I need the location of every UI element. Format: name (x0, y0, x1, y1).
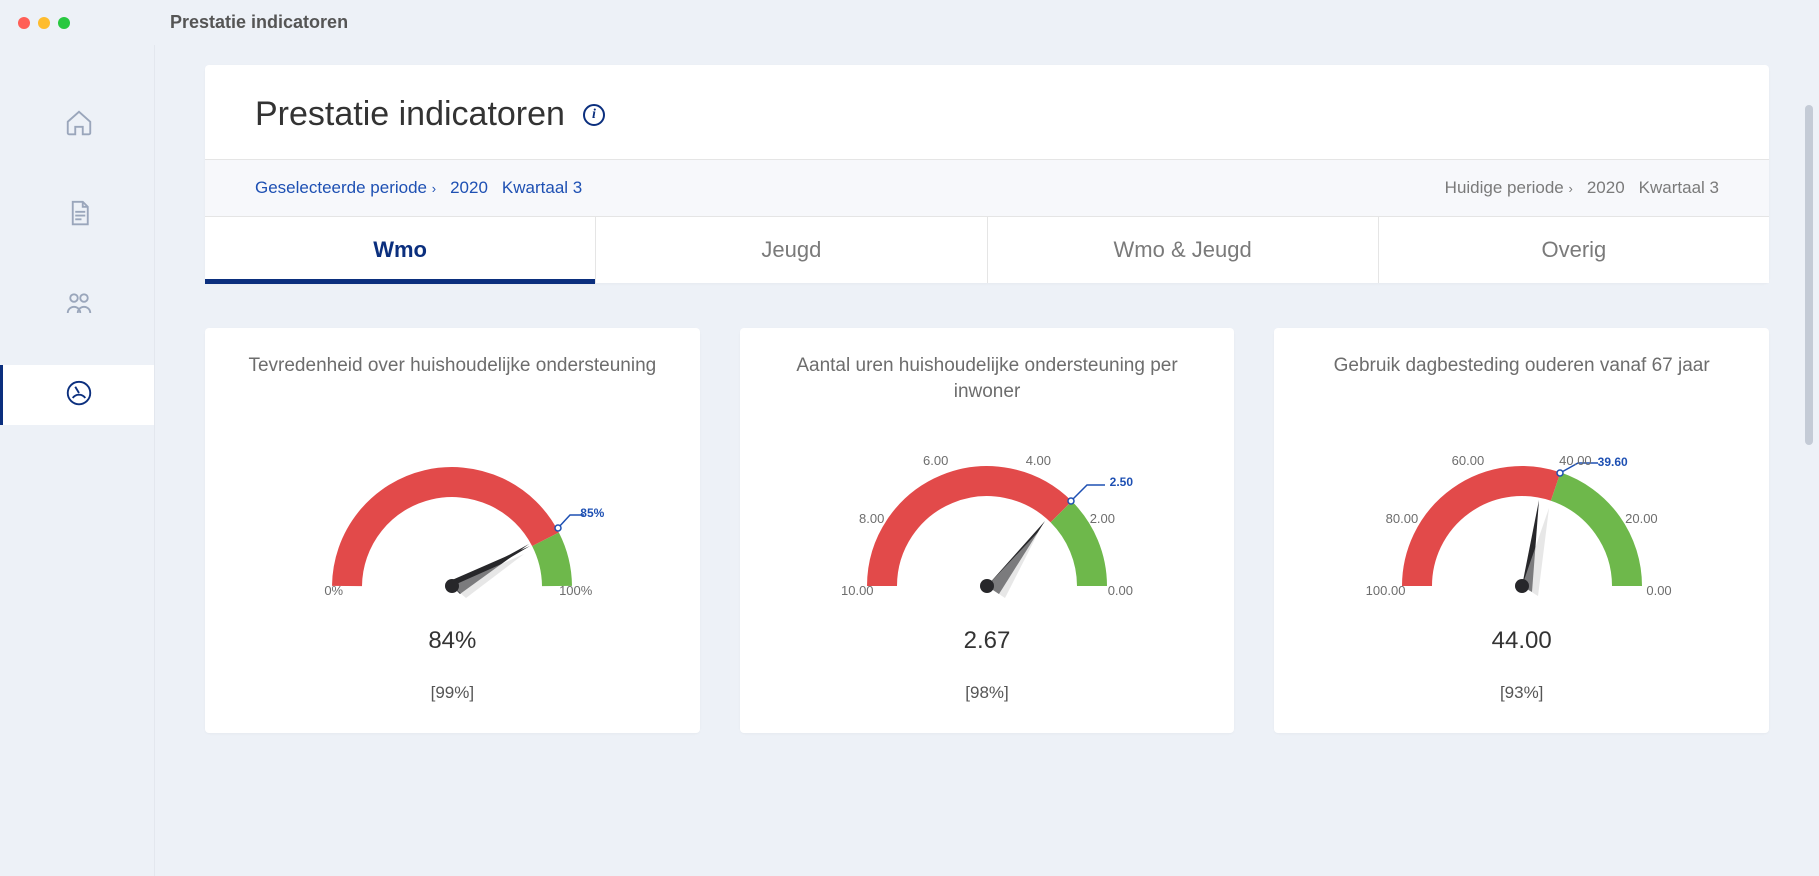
current-period-quarter: Kwartaal 3 (1639, 178, 1719, 198)
gauge-threshold-label: 39.60 (1598, 455, 1628, 469)
gauge-value: 2.67 (964, 627, 1011, 655)
window-titlebar: Prestatie indicatoren (0, 0, 1819, 45)
window-close-button[interactable] (18, 17, 30, 29)
header-card: Prestatie indicatoren i Geselecteerde pe… (205, 65, 1769, 283)
current-period-label-text: Huidige periode (1445, 178, 1564, 197)
tab-jeugd[interactable]: Jeugd (596, 217, 987, 283)
gauge-tick: 0.00 (1646, 583, 1671, 598)
tab-wmo[interactable]: Wmo (205, 217, 596, 283)
period-filter-row: Geselecteerde periode › 2020 Kwartaal 3 … (205, 159, 1769, 217)
gauge-threshold-label: 2.50 (1110, 475, 1133, 489)
window-controls (18, 17, 70, 29)
vertical-scrollbar[interactable] (1805, 105, 1813, 445)
gauge-tick: 80.00 (1386, 511, 1419, 526)
current-period: Huidige periode › 2020 Kwartaal 3 (987, 178, 1719, 198)
tab-label: Wmo (373, 237, 427, 262)
selected-period-quarter[interactable]: Kwartaal 3 (502, 178, 582, 198)
gauge-tick: 100.00 (1366, 583, 1406, 598)
gauge-chart: 100.00 80.00 60.00 40.00 20.00 0.00 39.6… (1372, 431, 1672, 621)
gauge-bracket: [98%] (965, 683, 1008, 703)
gauge-tick: 4.00 (1026, 453, 1051, 468)
gauge-tick: 6.00 (923, 453, 948, 468)
gauge-bracket: [93%] (1500, 683, 1543, 703)
sidebar-item-home[interactable] (0, 95, 154, 155)
selected-period-year[interactable]: 2020 (450, 178, 488, 198)
selected-period-label-text: Geselecteerde periode (255, 178, 427, 197)
gauge-chart: 0% 100% 85% (302, 431, 602, 621)
gauge-card-hours: Aantal uren huishoudelijke ondersteuning… (740, 328, 1235, 733)
home-icon (64, 108, 94, 143)
current-period-year: 2020 (1587, 178, 1625, 198)
tab-overig[interactable]: Overig (1379, 217, 1769, 283)
gauge-tick: 10.00 (841, 583, 874, 598)
current-period-label: Huidige periode › (1445, 178, 1573, 198)
sidebar-item-dashboard[interactable] (0, 365, 154, 425)
gauge-title: Aantal uren huishoudelijke ondersteuning… (765, 353, 1210, 411)
gauge-tick: 20.00 (1625, 511, 1658, 526)
selected-period-label[interactable]: Geselecteerde periode › (255, 178, 436, 198)
content-area: Prestatie indicatoren i Geselecteerde pe… (155, 45, 1819, 876)
page-title: Prestatie indicatoren i (255, 95, 1719, 134)
tab-label: Jeugd (761, 237, 821, 262)
gauge-title: Gebruik dagbesteding ouderen vanaf 67 ja… (1334, 353, 1710, 411)
gauge-card-satisfaction: Tevredenheid over huishoudelijke onderst… (205, 328, 700, 733)
window-maximize-button[interactable] (58, 17, 70, 29)
tab-label: Overig (1541, 237, 1606, 262)
info-icon[interactable]: i (583, 104, 605, 126)
chevron-right-icon: › (432, 181, 436, 196)
gauge-tick: 8.00 (859, 511, 884, 526)
app-title: Prestatie indicatoren (170, 12, 348, 33)
tabs: Wmo Jeugd Wmo & Jeugd Overig (205, 217, 1769, 283)
document-icon (64, 198, 94, 233)
gauge-tick-min: 0% (324, 583, 343, 598)
tab-wmo-jeugd[interactable]: Wmo & Jeugd (988, 217, 1379, 283)
gauge-row: Tevredenheid over huishoudelijke onderst… (205, 328, 1769, 733)
gauge-title: Tevredenheid over huishoudelijke onderst… (248, 353, 656, 411)
users-icon (64, 288, 94, 323)
tab-label: Wmo & Jeugd (1114, 237, 1252, 262)
chevron-right-icon: › (1569, 181, 1573, 196)
gauge-tick: 2.00 (1090, 511, 1115, 526)
sidebar-item-users[interactable] (0, 275, 154, 335)
gauge-tick: 0.00 (1108, 583, 1133, 598)
gauge-card-daycare: Gebruik dagbesteding ouderen vanaf 67 ja… (1274, 328, 1769, 733)
page-title-text: Prestatie indicatoren (255, 95, 565, 134)
window-minimize-button[interactable] (38, 17, 50, 29)
gauge-tick: 40.00 (1559, 453, 1592, 468)
sidebar-item-documents[interactable] (0, 185, 154, 245)
gauge-icon (64, 378, 94, 413)
selected-period: Geselecteerde periode › 2020 Kwartaal 3 (255, 178, 987, 198)
gauge-tick: 60.00 (1452, 453, 1485, 468)
gauge-chart: 10.00 8.00 6.00 4.00 2.00 0.00 2.50 (837, 431, 1137, 621)
gauge-value: 44.00 (1492, 627, 1552, 655)
gauge-value: 84% (428, 627, 476, 655)
gauge-tick-max: 100% (559, 583, 592, 598)
sidebar (0, 45, 155, 876)
gauge-bracket: [99%] (431, 683, 474, 703)
gauge-threshold-label: 85% (580, 506, 604, 520)
